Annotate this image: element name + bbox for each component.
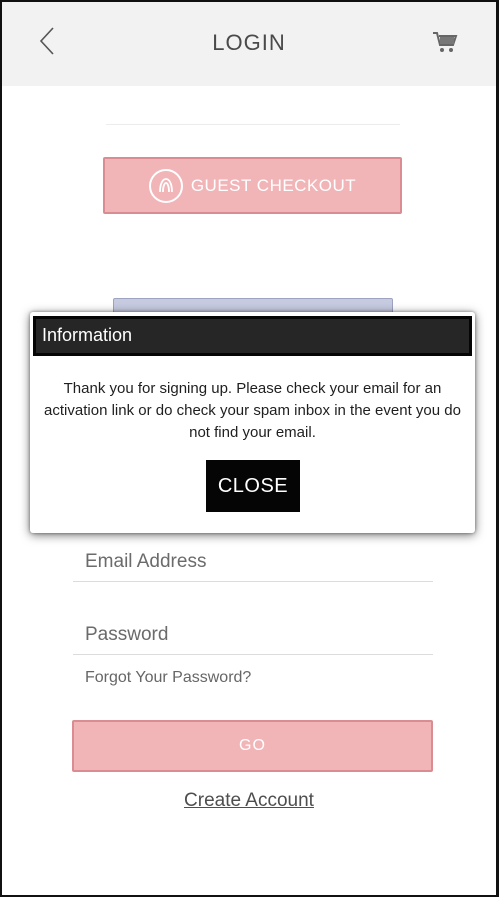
- lululemon-logo-icon: [148, 168, 183, 203]
- close-button[interactable]: CLOSE: [206, 460, 300, 512]
- page-title: LOGIN: [212, 30, 286, 55]
- cart-button[interactable]: [432, 30, 460, 56]
- dialog-title: Information: [33, 316, 472, 356]
- email-input[interactable]: [73, 550, 433, 573]
- login-screen: LOGIN GUEST CHECKOUT Forgot Your Passwor…: [0, 0, 499, 897]
- top-bar: LOGIN: [2, 2, 496, 86]
- create-account-link[interactable]: Create Account: [2, 790, 496, 812]
- cart-icon: [433, 32, 458, 52]
- guest-checkout-label: GUEST CHECKOUT: [190, 175, 357, 195]
- guest-checkout-button[interactable]: GUEST CHECKOUT: [103, 157, 402, 214]
- email-field[interactable]: [73, 542, 433, 582]
- divider: [106, 124, 400, 125]
- information-dialog: Information Thank you for signing up. Pl…: [30, 312, 475, 533]
- password-input[interactable]: [73, 623, 433, 646]
- forgot-password-link[interactable]: Forgot Your Password?: [85, 669, 251, 687]
- go-button[interactable]: GO: [72, 720, 433, 772]
- dialog-message: Thank you for signing up. Please check y…: [44, 380, 461, 441]
- password-field[interactable]: [73, 615, 433, 655]
